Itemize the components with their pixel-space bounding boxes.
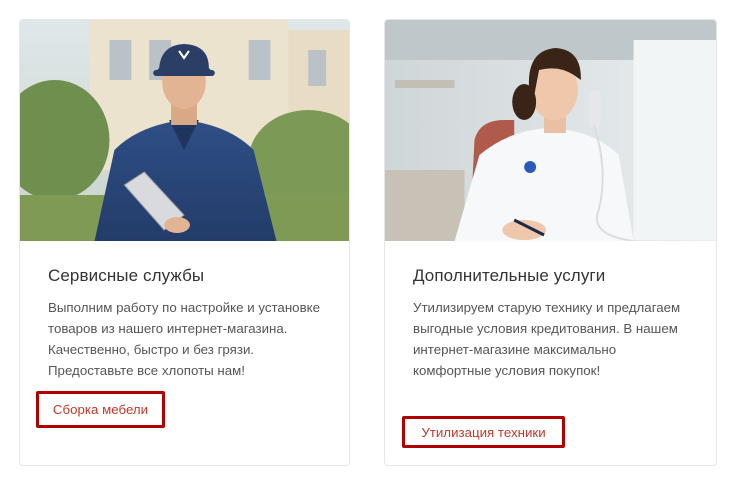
highlight-box: Сборка мебели bbox=[36, 391, 165, 428]
worker-with-laptop-photo bbox=[20, 20, 349, 241]
card-description: Утилизируем старую технику и предлагаем … bbox=[413, 300, 681, 378]
card-title: Дополнительные услуги bbox=[413, 266, 606, 285]
card-description: Выполним работу по настройке и установке… bbox=[48, 300, 320, 378]
furniture-assembly-link[interactable]: Сборка мебели bbox=[53, 402, 148, 417]
appliance-disposal-link[interactable]: Утилизация техники bbox=[421, 425, 545, 440]
operator-on-phone-photo bbox=[385, 20, 716, 241]
service-card-services: Сервисные службы Выполним работу по наст… bbox=[19, 19, 350, 466]
service-card-additional: Дополнительные услуги Утилизируем старую… bbox=[384, 19, 717, 466]
highlight-box: Утилизация техники bbox=[402, 416, 565, 448]
card-title: Сервисные службы bbox=[48, 266, 205, 285]
